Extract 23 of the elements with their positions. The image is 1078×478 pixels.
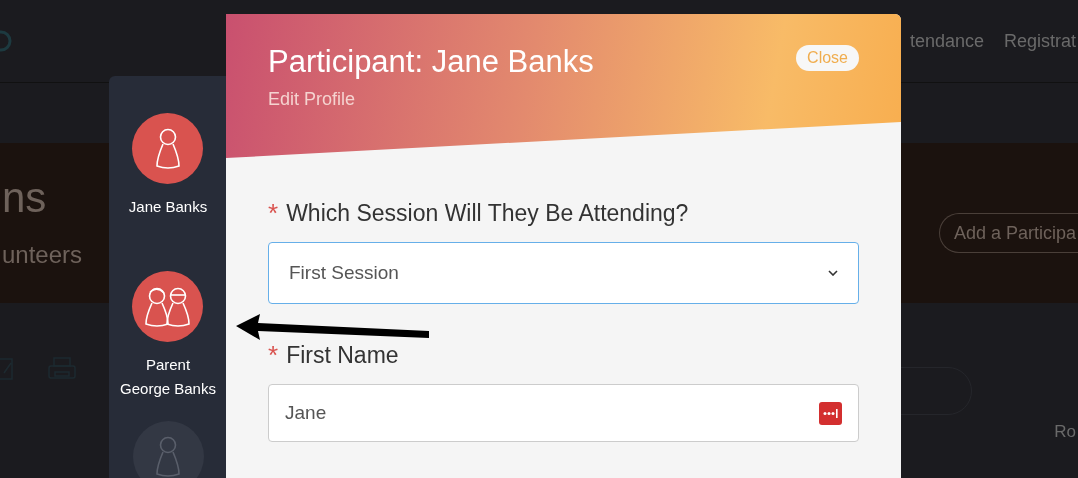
participant-name: George Banks bbox=[120, 379, 216, 399]
participant-name: Jane Banks bbox=[128, 197, 208, 217]
person-icon bbox=[155, 127, 181, 170]
first-name-field[interactable]: Jane bbox=[268, 384, 859, 442]
banner-subtitle: unteers bbox=[1, 240, 83, 270]
close-button[interactable]: Close bbox=[796, 45, 859, 71]
nav-link[interactable]: tendance bbox=[909, 27, 984, 55]
chevron-down-icon bbox=[828, 270, 838, 276]
session-dropdown[interactable]: First Session bbox=[268, 242, 859, 304]
logo-icon bbox=[0, 29, 14, 53]
password-manager-icon[interactable] bbox=[819, 401, 842, 425]
column-header: Ro bbox=[1054, 421, 1077, 443]
two-people-icon bbox=[145, 285, 191, 328]
modal-subtitle: Edit Profile bbox=[268, 88, 357, 111]
participant-name: Parent bbox=[145, 355, 191, 375]
nav-link[interactable]: Registrat bbox=[1003, 27, 1076, 55]
field-label: First Name bbox=[286, 341, 399, 370]
modal-title: Participant: Jane Banks bbox=[268, 43, 594, 81]
banner-title: ns bbox=[1, 173, 48, 223]
required-marker: * bbox=[268, 342, 279, 368]
field-label: Which Session Will They Be Attending? bbox=[286, 199, 689, 228]
person-icon bbox=[155, 435, 181, 478]
required-marker: * bbox=[268, 200, 279, 226]
